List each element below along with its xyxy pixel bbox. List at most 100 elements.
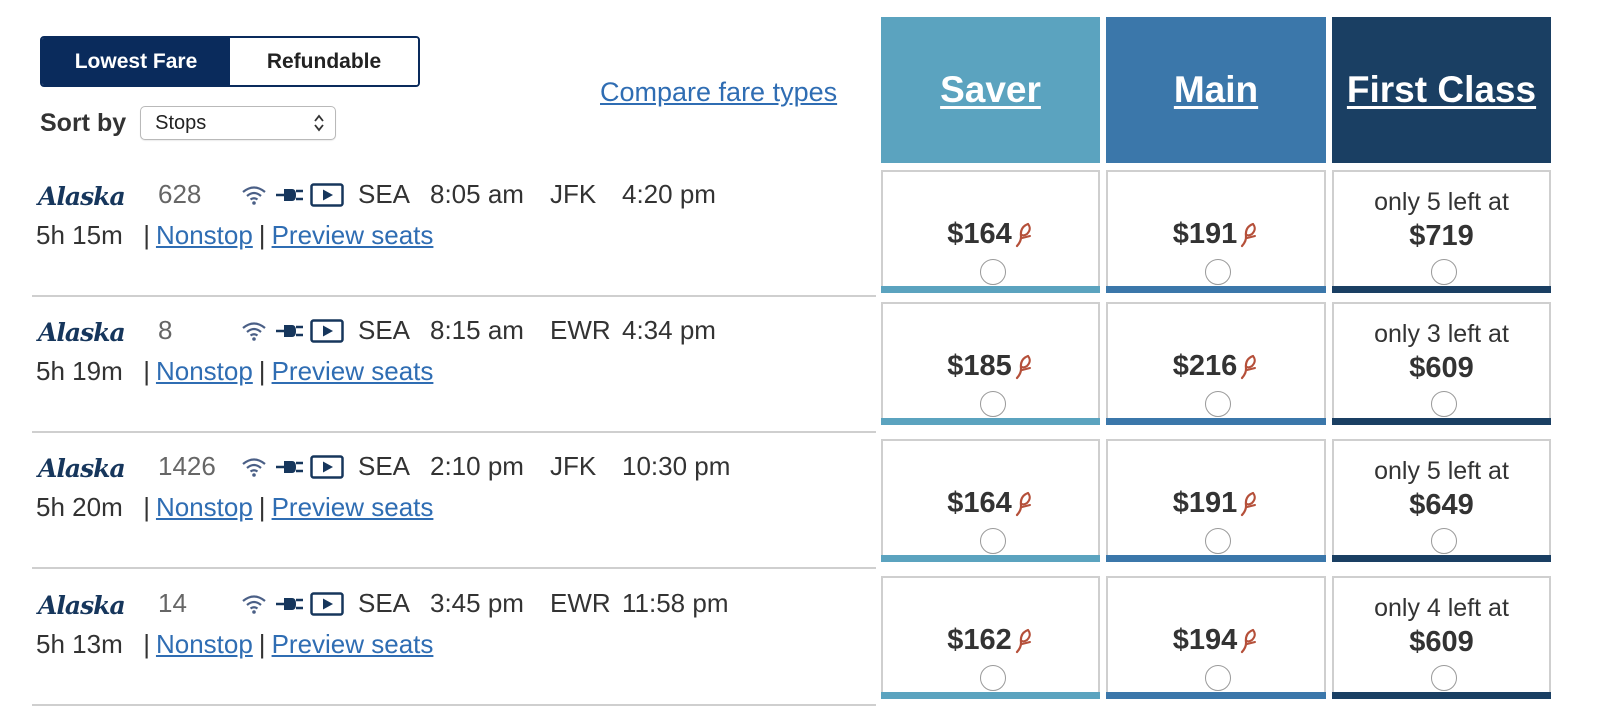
seats-left-text: only 3 left at: [1374, 320, 1509, 348]
separator: |: [258, 220, 266, 250]
arrival-airport: JFK: [550, 179, 597, 209]
wifi-icon: [242, 458, 266, 477]
fare-price-wrap: $162: [883, 624, 1098, 659]
flight-number: 628: [158, 179, 202, 209]
preview-seats-link[interactable]: Preview seats: [272, 492, 434, 522]
seats-left-text: only 4 left at: [1374, 594, 1509, 622]
fare-radio[interactable]: [980, 259, 1006, 285]
preview-seats-link[interactable]: Preview seats: [272, 356, 434, 386]
fare-color-bar: [1106, 692, 1326, 699]
fare-price-wrap: $191: [1108, 218, 1324, 253]
preview-seats-link[interactable]: Preview seats: [272, 629, 434, 659]
fare-color-bar: [881, 418, 1100, 425]
fare-price: $164: [947, 218, 1012, 250]
miles-feather-icon: [1241, 222, 1257, 247]
arrival-airport: EWR: [550, 588, 611, 618]
fare-color-bar: [1332, 418, 1551, 425]
nonstop-link[interactable]: Nonstop: [156, 629, 253, 659]
svg-text:Alaska: Alaska: [36, 182, 125, 211]
separator: |: [135, 220, 150, 250]
flight-duration: 5h 19m: [36, 356, 123, 386]
fare-cell-saver[interactable]: $164: [881, 439, 1100, 562]
fare-price: $719: [1409, 220, 1474, 252]
power-plug-icon: [276, 325, 303, 337]
first-class-header-link[interactable]: First Class: [1347, 69, 1536, 111]
fare-cell-saver[interactable]: $185: [881, 302, 1100, 425]
fare-cell-first-class[interactable]: only 4 left at $609: [1332, 576, 1551, 699]
flight-row: Alaska 628 SEA 8:05 am JFK 4:20 pm 5h 15…: [32, 160, 876, 297]
separator: |: [135, 629, 150, 659]
fare-radio[interactable]: [980, 665, 1006, 691]
miles-feather-icon: [1241, 628, 1257, 653]
fare-price-wrap: $185: [883, 350, 1098, 385]
play-screen-icon: [310, 319, 344, 343]
fare-radio[interactable]: [1431, 391, 1457, 417]
play-screen-icon: [310, 455, 344, 479]
separator: |: [135, 356, 150, 386]
departure-airport: SEA: [358, 588, 411, 618]
fare-color-bar: [1106, 418, 1326, 425]
lowest-fare-button[interactable]: Lowest Fare: [42, 38, 230, 85]
seats-left-text: only 5 left at: [1374, 457, 1509, 485]
fare-radio[interactable]: [980, 528, 1006, 554]
departure-time: 8:05 am: [430, 179, 524, 209]
preview-seats-link[interactable]: Preview seats: [272, 220, 434, 250]
wifi-icon: [242, 186, 266, 205]
flight-row: Alaska 8 SEA 8:15 am EWR 4:34 pm 5h 19m …: [32, 296, 876, 433]
nonstop-link[interactable]: Nonstop: [156, 220, 253, 250]
arrival-time: 4:34 pm: [622, 315, 716, 345]
fare-cell-first-class[interactable]: only 5 left at $649: [1332, 439, 1551, 562]
miles-feather-icon: [1241, 491, 1257, 516]
fare-type-toggle: Lowest Fare Refundable: [40, 36, 420, 87]
sort-select[interactable]: Stops: [140, 106, 337, 140]
flight-details: 5h 20m | Nonstop | Preview seats: [36, 492, 433, 523]
flight-row: Alaska 1426 SEA 2:10 pm JFK 10:30 pm 5h …: [32, 432, 876, 569]
fare-cell-main[interactable]: $191: [1106, 170, 1326, 293]
amenity-icons: [240, 318, 344, 344]
separator: |: [258, 629, 266, 659]
departure-airport: SEA: [358, 179, 411, 209]
fare-cell-saver[interactable]: $164: [881, 170, 1100, 293]
flight-number: 8: [158, 315, 173, 345]
fare-price-wrap: $194: [1108, 624, 1324, 659]
fare-cell-main[interactable]: $194: [1106, 576, 1326, 699]
refundable-button[interactable]: Refundable: [230, 38, 418, 85]
fare-radio[interactable]: [1431, 259, 1457, 285]
fare-radio[interactable]: [980, 391, 1006, 417]
fare-radio[interactable]: [1205, 665, 1231, 691]
amenity-icons: [240, 182, 344, 208]
miles-feather-icon: [1241, 354, 1257, 379]
play-screen-icon: [310, 183, 344, 207]
departure-airport: SEA: [358, 451, 411, 481]
fare-color-bar: [1106, 286, 1326, 293]
fare-cell-saver[interactable]: $162: [881, 576, 1100, 699]
fare-radio[interactable]: [1205, 528, 1231, 554]
fare-price: $162: [947, 624, 1012, 656]
svg-text:Alaska: Alaska: [36, 318, 125, 347]
compare-fare-types-link[interactable]: Compare fare types: [600, 77, 837, 108]
fare-cell-main[interactable]: $191: [1106, 439, 1326, 562]
main-header-link[interactable]: Main: [1174, 69, 1258, 111]
fare-cell-first-class[interactable]: only 3 left at $609: [1332, 302, 1551, 425]
fare-radio[interactable]: [1205, 259, 1231, 285]
nonstop-link[interactable]: Nonstop: [156, 356, 253, 386]
flight-duration: 5h 15m: [36, 220, 123, 250]
fare-color-bar: [881, 692, 1100, 699]
flight-summary: Alaska 1426 SEA 2:10 pm JFK 10:30 pm: [32, 446, 876, 486]
flight-summary: Alaska 14 SEA 3:45 pm EWR 11:58 pm: [32, 583, 876, 623]
fare-color-bar: [881, 555, 1100, 562]
column-header-saver: Saver: [881, 17, 1100, 163]
svg-text:Alaska: Alaska: [36, 591, 125, 620]
fare-radio[interactable]: [1431, 528, 1457, 554]
fare-cell-first-class[interactable]: only 5 left at $719: [1332, 170, 1551, 293]
fare-cell-main[interactable]: $216: [1106, 302, 1326, 425]
fare-radio[interactable]: [1205, 391, 1231, 417]
fare-radio[interactable]: [1431, 665, 1457, 691]
flight-summary: Alaska 8 SEA 8:15 am EWR 4:34 pm: [32, 310, 876, 350]
seats-left-text: only 5 left at: [1374, 188, 1509, 216]
nonstop-link[interactable]: Nonstop: [156, 492, 253, 522]
fare-price: $191: [1172, 218, 1238, 250]
flight-details: 5h 15m | Nonstop | Preview seats: [36, 220, 433, 251]
saver-header-link[interactable]: Saver: [940, 69, 1041, 111]
fare-price: $164: [947, 487, 1012, 519]
